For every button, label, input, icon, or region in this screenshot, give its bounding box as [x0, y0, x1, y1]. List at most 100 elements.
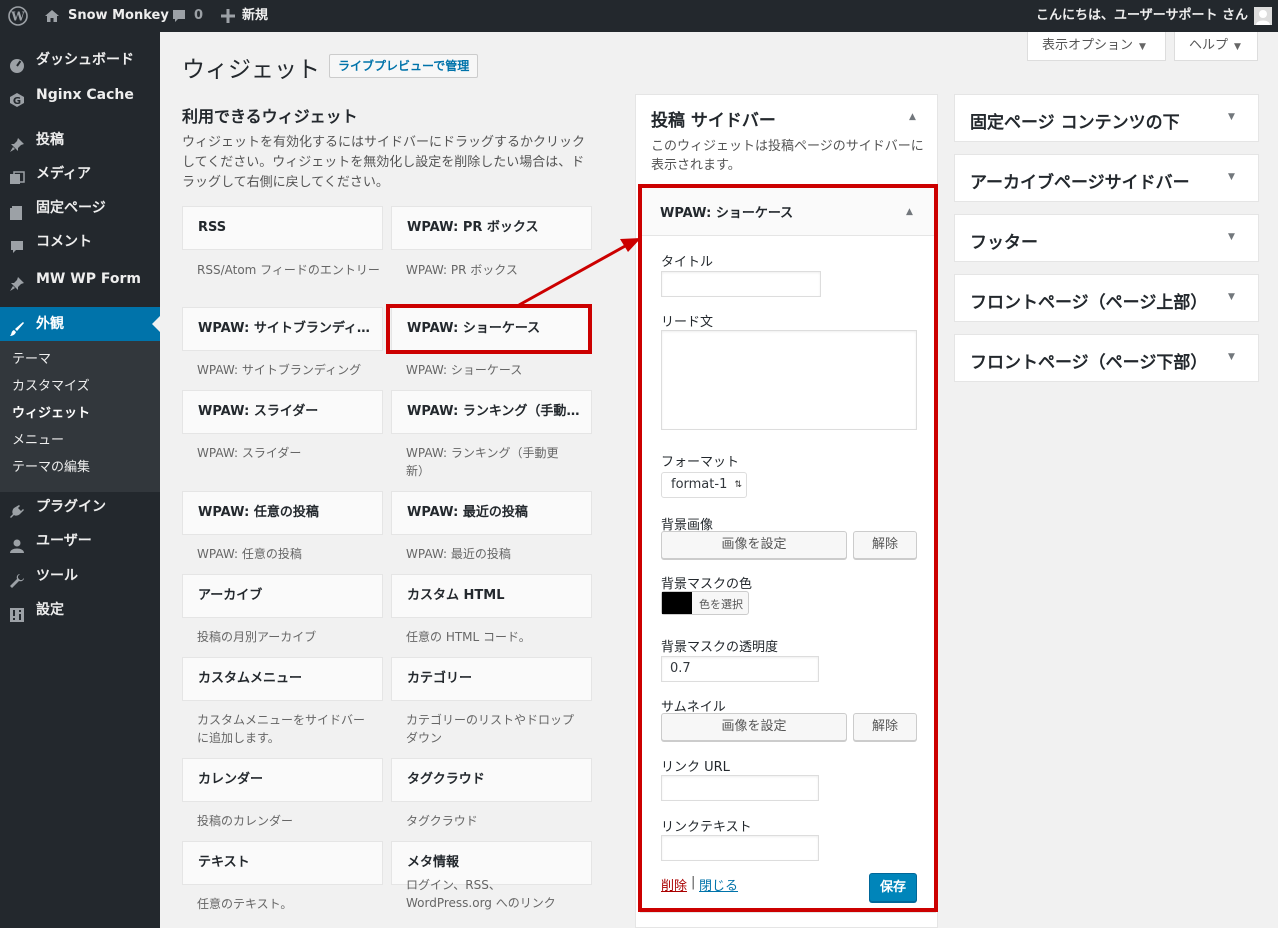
comment-icon — [9, 234, 25, 253]
color-picker-button[interactable]: 色を選択 — [661, 591, 749, 615]
menu-dashboard[interactable]: ダッシュボード — [0, 43, 160, 77]
widget-description: WPAW: スライダー — [197, 446, 302, 460]
link-text-input[interactable] — [661, 835, 819, 861]
widget-card[interactable]: カスタムメニュー — [182, 657, 383, 701]
menu-comments[interactable]: コメント — [0, 225, 160, 259]
menu-plugins[interactable]: プラグイン — [0, 490, 160, 524]
submenu-customize[interactable]: カスタマイズ — [12, 377, 90, 397]
sidebar-panel-collapsed[interactable]: フッター ▼ — [954, 214, 1259, 262]
close-link[interactable]: 閉じる — [699, 875, 738, 894]
submenu-themes[interactable]: テーマ — [12, 350, 51, 370]
delete-link[interactable]: 削除 — [661, 875, 687, 894]
pin-icon — [9, 132, 25, 152]
greeting-link[interactable]: こんにちは、ユーザーサポート さん — [1036, 0, 1248, 32]
lead-textarea[interactable] — [661, 330, 917, 430]
widget-header[interactable]: WPAW: ショーケース ▲ — [641, 186, 935, 236]
caret-down-icon[interactable]: ▼ — [1228, 352, 1235, 362]
menu-users[interactable]: ユーザー — [0, 524, 160, 558]
save-button[interactable]: 保存 — [869, 873, 917, 902]
caret-down-icon[interactable]: ▼ — [1228, 232, 1235, 242]
caret-down-icon[interactable]: ▼ — [1228, 112, 1235, 122]
title-label: タイトル — [661, 255, 714, 270]
widget-description: ログイン、RSS、WordPress.org へのリンク — [406, 878, 556, 910]
widget-description: 投稿の月別アーカイブ — [197, 630, 317, 644]
menu-tools[interactable]: ツール — [0, 559, 160, 593]
format-select[interactable]: format-1 ⇅ — [661, 472, 747, 498]
pin-icon — [9, 271, 25, 291]
menu-posts[interactable]: 投稿 — [0, 123, 160, 157]
menu-pages[interactable]: 固定ページ — [0, 191, 160, 225]
remove-thumbnail-button[interactable]: 解除 — [853, 713, 917, 741]
wordpress-icon[interactable]: W — [8, 0, 28, 32]
svg-text:W: W — [10, 9, 25, 23]
widget-card[interactable]: WPAW: スライダー — [182, 390, 383, 434]
caret-up-icon[interactable]: ▲ — [909, 112, 916, 122]
arrow-icon — [518, 238, 641, 307]
mask-opacity-label: 背景マスクの透明度 — [661, 640, 779, 655]
page-icon — [9, 200, 25, 220]
caret-down-icon: ▼ — [1139, 42, 1146, 52]
post-sidebar-description: このウィジェットは投稿ページのサイドバーに表示されます。 — [651, 139, 924, 173]
new-content-link[interactable]: 新規 — [242, 0, 268, 32]
widget-card[interactable]: RSS — [182, 206, 383, 250]
menu-appearance[interactable]: 外観 — [0, 307, 160, 341]
svg-text:G: G — [13, 96, 21, 107]
menu-media[interactable]: メディア — [0, 157, 160, 191]
widget-description: WPAW: ショーケース — [406, 363, 523, 377]
menu-settings[interactable]: 設定 — [0, 593, 160, 627]
sidebar-panel-collapsed[interactable]: フロントページ（ページ下部） ▼ — [954, 334, 1259, 382]
menu-mw-wp-form[interactable]: MW WP Form — [0, 262, 160, 296]
screen-options-button[interactable]: 表示オプション ▼ — [1027, 32, 1166, 61]
link-separator: | — [691, 875, 696, 890]
sidebar-panel-collapsed[interactable]: 固定ページ コンテンツの下 ▼ — [954, 94, 1259, 142]
widget-title: WPAW: ショーケース — [660, 206, 794, 221]
set-background-image-button[interactable]: 画像を設定 — [661, 531, 847, 559]
post-sidebar-title[interactable]: 投稿 サイドバー — [651, 106, 776, 131]
caret-up-icon[interactable]: ▲ — [906, 207, 913, 217]
widget-description: 任意のテキスト。 — [197, 897, 293, 911]
menu-nginx-cache[interactable]: G Nginx Cache — [0, 78, 160, 112]
appearance-submenu: テーマ カスタマイズ ウィジェット メニュー テーマの編集 — [0, 341, 160, 492]
widget-card[interactable]: WPAW: 任意の投稿 — [182, 491, 383, 535]
plus-icon[interactable] — [221, 0, 235, 32]
widget-card[interactable]: カテゴリー — [391, 657, 592, 701]
sidebar-panel-collapsed[interactable]: アーカイブページサイドバー ▼ — [954, 154, 1259, 202]
link-url-input[interactable] — [661, 775, 819, 801]
widget-card[interactable]: WPAW: 最近の投稿 — [391, 491, 592, 535]
widget-card[interactable]: カスタム HTML — [391, 574, 592, 618]
help-button[interactable]: ヘルプ ▼ — [1174, 32, 1258, 61]
remove-background-image-button[interactable]: 解除 — [853, 531, 917, 559]
widget-description: カスタムメニューをサイドバーに追加します。 — [197, 713, 366, 745]
dashboard-icon — [9, 52, 25, 73]
mask-opacity-input[interactable]: 0.7 — [661, 656, 819, 682]
caret-down-icon[interactable]: ▼ — [1228, 292, 1235, 302]
users-icon — [9, 533, 25, 553]
widget-card[interactable]: テキスト — [182, 841, 383, 885]
submenu-widgets[interactable]: ウィジェット — [12, 404, 90, 424]
widget-card-selected[interactable]: WPAW: ショーケース — [391, 307, 592, 351]
sidebar-panel-collapsed[interactable]: フロントページ（ページ上部） ▼ — [954, 274, 1259, 322]
format-label: フォーマット — [661, 455, 740, 470]
widget-card[interactable]: タグクラウド — [391, 758, 592, 802]
caret-down-icon[interactable]: ▼ — [1228, 172, 1235, 182]
plugin-icon — [9, 499, 25, 518]
set-thumbnail-button[interactable]: 画像を設定 — [661, 713, 847, 741]
widget-description: RSS/Atom フィードのエントリー — [197, 263, 380, 277]
comment-bubble-icon[interactable] — [171, 0, 187, 32]
comments-count[interactable]: 0 — [194, 0, 203, 32]
manage-with-live-preview-button[interactable]: ライブプレビューで管理 — [329, 54, 479, 78]
link-url-label: リンク URL — [661, 760, 730, 775]
widget-card[interactable]: WPAW: ランキング（手動更新） — [391, 390, 592, 434]
showcase-widget: WPAW: ショーケース ▲ タイトル リード文 フォーマット format-1… — [640, 185, 936, 913]
home-icon[interactable] — [44, 0, 60, 32]
widget-card[interactable]: カレンダー — [182, 758, 383, 802]
site-name-link[interactable]: Snow Monkey — [68, 0, 169, 32]
widget-card[interactable]: WPAW: サイトブランディング — [182, 307, 383, 351]
title-input[interactable] — [661, 271, 821, 297]
widget-description: WPAW: ランキング（手動更新） — [406, 446, 559, 478]
widget-card[interactable]: アーカイブ — [182, 574, 383, 618]
user-avatar-icon[interactable] — [1254, 7, 1272, 25]
submenu-theme-editor[interactable]: テーマの編集 — [12, 458, 90, 478]
submenu-menus[interactable]: メニュー — [12, 431, 64, 451]
widget-description: WPAW: サイトブランディング — [197, 363, 362, 377]
